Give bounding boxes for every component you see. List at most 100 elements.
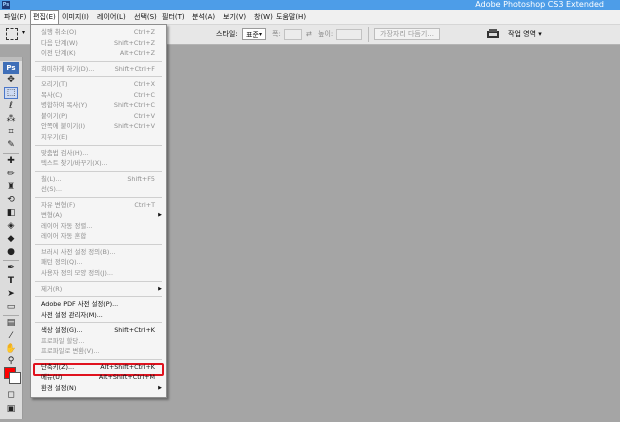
style-label: 스타일: [216,30,238,38]
menu-separator [35,322,162,324]
menu-separator [35,280,162,282]
edit-menu-item[interactable]: 희미하게 하기(D)... Shift+Ctrl+F [31,64,166,75]
menu-select[interactable]: 선택(S) [132,10,159,24]
edit-menu-item-shortcut: Shift+Ctrl+C [113,101,155,110]
edit-menu-item[interactable]: 실행 취소(O) Ctrl+Z [31,27,166,38]
marquee-preset-icon[interactable] [6,28,18,40]
crop-tool-icon[interactable]: ⌗ [4,126,18,138]
width-input[interactable] [284,29,302,40]
menu-separator [35,170,162,172]
edit-menu-item[interactable]: 브러시 사전 설정 정의(B)... [31,247,166,258]
submenu-arrow-icon: ▶ [158,285,162,292]
edit-menu-item[interactable]: 단축키(Z)... Alt+Shift+Ctrl+K [31,362,166,373]
toolbox-grip[interactable] [0,57,22,61]
background-color-swatch[interactable] [9,372,21,384]
menu-filter[interactable]: 필터(T) [160,10,187,24]
edit-menu-item-label: 희미하게 하기(D)... [41,64,95,73]
edit-menu-item-label: 사용자 정의 모양 정의(J)... [41,269,113,277]
edit-menu-item[interactable]: 제거(R) ▶ [31,284,166,295]
menu-separator [35,358,162,360]
edit-menu-item[interactable]: 프로파일 할당... [31,336,166,347]
swap-icon[interactable]: ⇄ [306,29,312,40]
edit-menu-item[interactable]: 변형(A) ▶ [31,210,166,221]
menu-window[interactable]: 창(W) [252,10,275,24]
notes-tool-icon[interactable]: ▤ [4,317,18,329]
edit-menu-item[interactable]: 맞춤법 검사(H)... [31,148,166,159]
clone-stamp-tool-icon[interactable]: ♜ [4,181,18,193]
edit-menu-item[interactable]: 사용자 정의 모양 정의(J)... [31,268,166,279]
eyedropper-tool-icon[interactable]: ⁄ [4,330,18,342]
menu-edit[interactable]: 편집(E) [30,10,59,24]
menu-separator [35,243,162,245]
hand-tool-icon[interactable]: ✋ [4,343,18,355]
edit-menu-item[interactable]: 안쪽에 붙이기(I) Shift+Ctrl+V [31,121,166,132]
marquee-tool-icon[interactable]: ⬚ [4,87,18,99]
edit-menu-item[interactable]: 텍스트 찾기/바꾸기(X)... [31,158,166,169]
preset-dropdown-arrow-icon[interactable]: ▾ [22,29,25,36]
edit-menu-item[interactable]: 병합하여 복사(Y) Shift+Ctrl+C [31,100,166,111]
edit-menu-item-label: 제거(R) [41,284,63,293]
style-select[interactable]: 표준 ▾ [242,28,266,40]
eraser-tool-icon[interactable]: ◧ [4,207,18,219]
edit-menu-item[interactable]: 자유 변형(F) Ctrl+T [31,200,166,211]
edit-menu-item-label: 사전 설정 관리자(M)... [41,310,103,319]
lasso-tool-icon[interactable]: ℓ [4,100,18,112]
submenu-arrow-icon: ▶ [158,384,162,391]
quick-mask-icon[interactable]: ◻ [4,389,18,401]
edit-menu-item-label: 이전 단계(K) [41,49,76,58]
edit-menu-item[interactable]: 붙이기(P) Ctrl+V [31,111,166,122]
workspace-menu[interactable]: 작업 영역 ▾ [508,29,542,40]
healing-brush-tool-icon[interactable]: ✚ [4,155,18,167]
title-bar: Ps Adobe Photoshop CS3 Extended [0,0,620,10]
workspace-icon[interactable] [486,29,500,39]
edit-menu-item[interactable]: 사전 설정 관리자(M)... [31,310,166,321]
menu-analysis[interactable]: 분석(A) [190,10,217,24]
brush-tool-icon[interactable]: ✏ [4,168,18,180]
edit-menu-item-label: 레이어 자동 정렬... [41,221,93,230]
submenu-arrow-icon: ▶ [158,212,162,219]
shape-tool-icon[interactable]: ▭ [4,301,18,313]
zoom-tool-icon[interactable]: ⚲ [4,355,18,367]
edit-menu-item[interactable]: 오리기(T) Ctrl+X [31,79,166,90]
height-input[interactable] [336,29,362,40]
edit-menu-item-shortcut: Shift+Ctrl+F [114,64,155,73]
menu-help[interactable]: 도움말(H) [274,10,308,24]
slice-tool-icon[interactable]: ✎ [4,139,18,151]
menu-layer[interactable]: 레이어(L) [95,10,128,24]
edit-menu-item-label: 자유 변형(F) [41,200,76,209]
edit-menu-item[interactable]: 다음 단계(W) Shift+Ctrl+Z [31,38,166,49]
dodge-tool-icon[interactable]: ● [4,246,18,258]
magic-wand-tool-icon[interactable]: ⁂ [4,113,18,125]
move-tool-icon[interactable]: ✥ [4,74,18,86]
edit-menu-item-label: 레이어 자동 혼합 [41,232,87,241]
menu-image[interactable]: 이미지(I) [60,10,91,24]
edit-menu-item[interactable]: 프로파일로 변환(V)... [31,346,166,357]
type-tool-icon[interactable]: T [4,275,18,287]
edit-menu-item[interactable]: Adobe PDF 사전 설정(P)... [31,299,166,310]
menu-view[interactable]: 보기(V) [221,10,248,24]
options-separator [368,27,369,42]
blur-tool-icon[interactable]: ◆ [4,233,18,245]
edit-menu-item[interactable]: 선(S)... [31,184,166,195]
edit-menu-item[interactable]: 환경 설정(N) ▶ [31,383,166,394]
edit-menu-item[interactable]: 레이어 자동 정렬... [31,221,166,232]
pen-tool-icon[interactable]: ✒ [4,262,18,274]
window-title: Adobe Photoshop CS3 Extended [475,0,604,9]
refine-edge-button[interactable]: 가장자리 다듬기... [374,28,440,40]
edit-menu-item[interactable]: 이전 단계(K) Alt+Ctrl+Z [31,48,166,59]
paint-bucket-tool-icon[interactable]: ◈ [4,220,18,232]
menu-file[interactable]: 파일(F) [2,10,28,24]
height-label: 높이: [318,30,334,38]
edit-menu-item[interactable]: 지우기(E) [31,132,166,143]
photoshop-logo[interactable]: Ps [3,62,19,74]
path-selection-tool-icon[interactable]: ➤ [4,288,18,300]
edit-menu-item[interactable]: 복사(C) Ctrl+C [31,90,166,101]
edit-menu-item[interactable]: 패턴 정의(Q)... [31,257,166,268]
screen-mode-icon[interactable]: ▣ [4,403,18,415]
history-brush-tool-icon[interactable]: ⟲ [4,194,18,206]
edit-menu-item[interactable]: 칠(L)... Shift+F5 [31,174,166,185]
edit-menu-item[interactable]: 메뉴(U) Alt+Shift+Ctrl+M [31,372,166,383]
edit-menu-item[interactable]: 레이어 자동 혼합 [31,231,166,242]
edit-menu-item[interactable]: 색상 설정(G)... Shift+Ctrl+K [31,325,166,336]
edit-menu-item-label: 안쪽에 붙이기(I) [41,122,86,131]
